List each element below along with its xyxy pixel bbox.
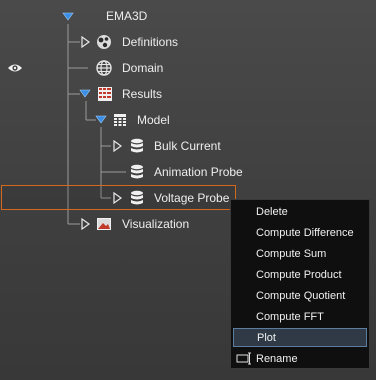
results-grid-icon — [98, 87, 112, 101]
model-table-icon — [114, 114, 126, 126]
tree-item-label: Model — [137, 113, 170, 127]
collapse-arrow-icon[interactable] — [62, 11, 74, 23]
tree-item-definitions[interactable]: Definitions — [122, 32, 178, 52]
menu-item-label: Compute Quotient — [256, 289, 346, 302]
database-icon — [131, 164, 143, 179]
tree-item-label: Domain — [122, 61, 164, 75]
menu-item-label: Delete — [256, 205, 288, 218]
menu-item-label: Compute Product — [256, 268, 342, 281]
image-icon — [97, 218, 111, 230]
expand-arrow-icon[interactable] — [79, 36, 91, 48]
tree-item-label: Results — [122, 87, 163, 101]
tree-item-label: Bulk Current — [154, 139, 221, 153]
menu-item-label: Compute Sum — [256, 247, 327, 260]
rename-icon — [236, 352, 251, 365]
collapse-arrow-icon[interactable] — [79, 88, 91, 100]
definitions-icon — [97, 35, 111, 49]
tree-root-label: EMA3D — [106, 9, 148, 23]
context-menu: Delete Compute Difference Compute Sum Co… — [230, 199, 370, 369]
menu-item-label: Plot — [257, 331, 276, 344]
menu-item-label: Compute Difference — [256, 226, 354, 239]
tree-item-results[interactable]: Results — [122, 84, 162, 104]
expand-arrow-icon[interactable] — [111, 140, 123, 152]
tree-item-label: Voltage Probe — [154, 191, 230, 205]
tree-item-model[interactable]: Model — [137, 110, 170, 130]
tree-item-label: Definitions — [122, 35, 179, 49]
menu-item-compute-sum[interactable]: Compute Sum — [233, 244, 367, 263]
menu-item-compute-quotient[interactable]: Compute Quotient — [233, 286, 367, 305]
tree-item-label: Animation Probe — [154, 165, 243, 179]
globe-icon — [96, 60, 112, 76]
database-icon — [131, 138, 143, 153]
tree-item-bulk-current[interactable]: Bulk Current — [154, 136, 221, 156]
tree-item-visualization[interactable]: Visualization — [122, 214, 189, 234]
menu-item-label: Rename — [256, 352, 298, 365]
menu-item-label: Compute FFT — [256, 310, 324, 323]
expand-arrow-icon[interactable] — [79, 218, 91, 230]
expand-arrow-icon[interactable] — [111, 192, 123, 204]
tree-item-voltage-probe[interactable]: Voltage Probe — [154, 188, 229, 208]
database-icon — [131, 190, 143, 205]
menu-item-compute-fft[interactable]: Compute FFT — [233, 307, 367, 326]
collapse-arrow-icon[interactable] — [95, 114, 107, 126]
tree-item-domain[interactable]: Domain — [122, 58, 163, 78]
tree-item-animation-probe[interactable]: Animation Probe — [154, 162, 243, 182]
menu-item-plot[interactable]: Plot — [233, 328, 367, 347]
tree-item-label: Visualization — [122, 217, 190, 231]
menu-item-delete[interactable]: Delete — [233, 202, 367, 221]
eye-icon[interactable] — [7, 62, 23, 74]
menu-item-compute-difference[interactable]: Compute Difference — [233, 223, 367, 242]
menu-item-compute-product[interactable]: Compute Product — [233, 265, 367, 284]
menu-item-rename[interactable]: Rename — [233, 349, 367, 368]
tree-root[interactable]: EMA3D — [106, 6, 147, 26]
